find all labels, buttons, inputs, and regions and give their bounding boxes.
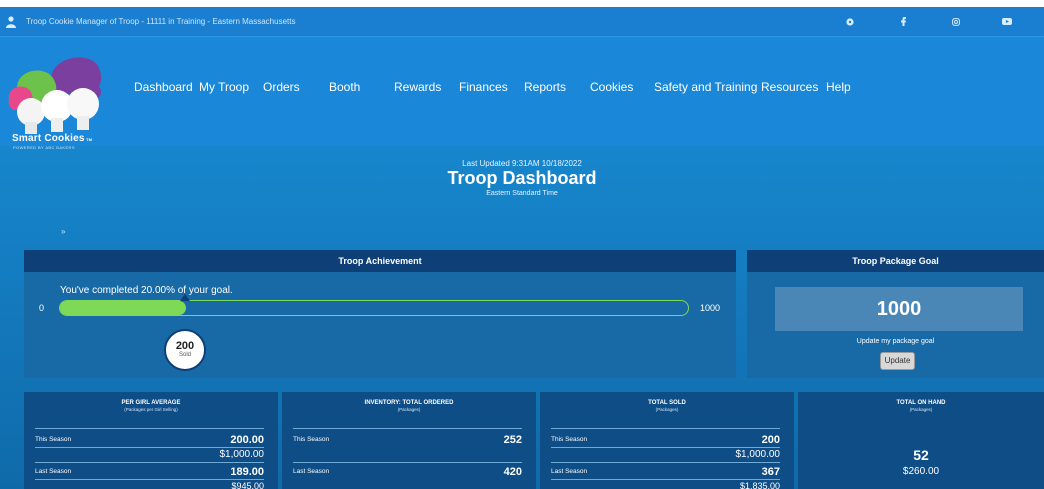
- nav-finances[interactable]: Finances: [459, 80, 508, 94]
- total-on-hand-card: TOTAL ON HAND (Packages) 52 $260.00: [798, 392, 1044, 489]
- nav-rewards[interactable]: Rewards: [394, 80, 441, 94]
- last-season-label: Last Season: [35, 468, 72, 475]
- window-title: Troop Cookie Manager of Troop - 11111 in…: [26, 17, 296, 26]
- progress-min: 0: [39, 303, 45, 313]
- goal-progress-fill: [60, 301, 186, 315]
- divider: [35, 428, 264, 429]
- card-title: PER GIRL AVERAGE: [121, 400, 181, 406]
- nav-orders[interactable]: Orders: [263, 80, 300, 94]
- sold-count: 200: [175, 340, 195, 352]
- facebook-icon[interactable]: [896, 15, 910, 29]
- divider: [551, 428, 780, 429]
- page-title: Troop Dashboard: [447, 168, 597, 188]
- timezone-label: Eastern Standard Time: [486, 190, 558, 197]
- page-header: Last Updated 9:31AM 10/18/2022 Troop Das…: [0, 146, 1044, 246]
- this-season-packages: 252: [503, 434, 522, 446]
- last-season-label: Last Season: [293, 468, 330, 475]
- divider: [551, 479, 780, 480]
- troop-achievement-panel: Troop Achievement You've completed 20.00…: [24, 250, 736, 378]
- divider: [35, 462, 264, 463]
- main-nav: Smart Cookies TM POWERED BY ABC BAKERS D…: [0, 38, 1044, 150]
- divider: [551, 462, 780, 463]
- achievement-message: You've completed 20.00% of your goal.: [60, 285, 233, 296]
- this-season-label: This Season: [551, 436, 588, 443]
- progress-max: 1000: [700, 303, 721, 313]
- this-season-amount: $1,000.00: [219, 449, 265, 460]
- divider: [293, 462, 522, 463]
- on-hand-packages: 52: [913, 447, 929, 463]
- top-bar: Troop Cookie Manager of Troop - 11111 in…: [0, 7, 1044, 37]
- this-season-packages: 200: [761, 434, 780, 446]
- goal-value: 1000: [775, 287, 1023, 331]
- help-icon[interactable]: [843, 15, 857, 29]
- card-subtitle: (Packages): [655, 407, 679, 412]
- this-season-label: This Season: [293, 436, 330, 443]
- nav-help[interactable]: Help: [826, 80, 851, 94]
- on-hand-amount: $260.00: [902, 466, 940, 477]
- card-title: TOTAL ON HAND: [896, 400, 946, 406]
- divider: [293, 428, 522, 429]
- card-title: INVENTORY: TOTAL ORDERED: [364, 400, 454, 406]
- breadcrumb[interactable]: »: [61, 227, 65, 236]
- divider: [35, 479, 264, 480]
- card-subtitle: (Packages): [397, 407, 421, 412]
- card-subtitle: (Packages): [909, 407, 933, 412]
- card-subtitle: (Packages per Girl Selling): [124, 407, 178, 412]
- nav-dashboard[interactable]: Dashboard: [134, 80, 193, 94]
- progress-marker: [180, 294, 190, 301]
- last-updated: Last Updated 9:31AM 10/18/2022: [462, 159, 582, 168]
- logo-brand: Smart Cookies: [12, 133, 85, 144]
- logo-trademark: TM: [86, 137, 93, 142]
- card-title: TOTAL SOLD: [648, 400, 686, 406]
- dashboard-viewport: Troop Cookie Manager of Troop - 11111 in…: [0, 7, 1044, 489]
- this-season-label: This Season: [35, 436, 72, 443]
- sold-bubble: 200 Sold: [164, 329, 206, 371]
- nav-reports[interactable]: Reports: [524, 80, 566, 94]
- divider: [35, 447, 264, 448]
- update-goal-link[interactable]: Update my package goal: [747, 338, 1044, 345]
- achievement-title: Troop Achievement: [24, 250, 736, 272]
- goal-title: Troop Package Goal: [747, 250, 1044, 272]
- sold-label: Sold: [178, 352, 191, 358]
- user-icon: [6, 16, 16, 28]
- last-season-amount: $945.00: [231, 481, 264, 489]
- troop-package-goal-panel: Troop Package Goal 1000 Update my packag…: [747, 250, 1044, 378]
- nav-booth[interactable]: Booth: [329, 80, 360, 94]
- nav-my-troop[interactable]: My Troop: [199, 80, 249, 94]
- youtube-icon[interactable]: [1000, 15, 1014, 29]
- total-sold-card: TOTAL SOLD (Packages) This Season 200 $1…: [540, 392, 794, 489]
- update-button[interactable]: Update: [880, 352, 915, 370]
- inventory-total-ordered-card: INVENTORY: TOTAL ORDERED (Packages) This…: [282, 392, 536, 489]
- this-season-packages: 200.00: [230, 434, 264, 446]
- nav-safety-and-training[interactable]: Safety and Training: [654, 80, 757, 94]
- instagram-icon[interactable]: [949, 15, 963, 29]
- last-season-packages: 367: [761, 466, 780, 478]
- last-season-label: Last Season: [551, 468, 588, 475]
- goal-progress-bar: [59, 300, 689, 316]
- nav-resources[interactable]: Resources: [761, 80, 818, 94]
- per-girl-average-card: PER GIRL AVERAGE (Packages per Girl Sell…: [24, 392, 278, 489]
- this-season-amount: $1,000.00: [735, 449, 781, 460]
- last-season-amount: $1,835.00: [739, 481, 780, 489]
- last-season-packages: 420: [503, 466, 522, 478]
- last-season-packages: 189.00: [230, 466, 264, 478]
- divider: [551, 447, 780, 448]
- nav-cookies[interactable]: Cookies: [590, 80, 633, 94]
